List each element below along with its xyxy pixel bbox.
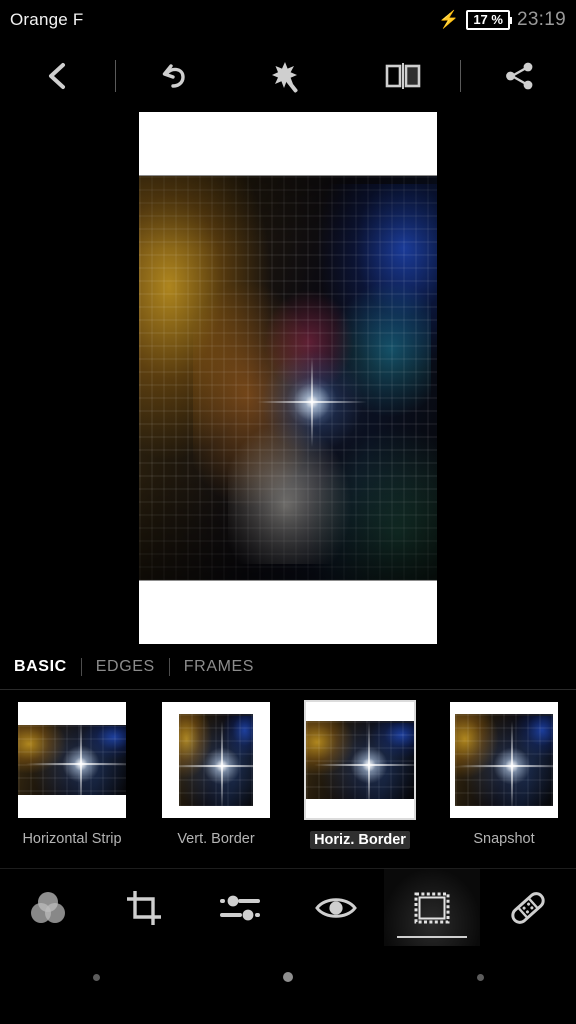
nav-dot-home-icon [283, 972, 293, 982]
preset-thumbnail-image [306, 721, 414, 799]
stamp-frame-icon [414, 892, 450, 923]
top-toolbar [0, 40, 576, 112]
light-flare [251, 342, 372, 463]
nav-dot-back-icon [92, 973, 100, 981]
undo-button[interactable] [116, 40, 231, 112]
status-indicators: ⚡ 17 % 23:19 [438, 9, 566, 31]
tool-frames[interactable] [384, 869, 480, 946]
clock-label: 23:19 [516, 9, 566, 30]
preset-horizontal-strip[interactable]: Horizontal Strip [0, 702, 144, 847]
android-navigation-bar [0, 946, 576, 1008]
preset-label: Snapshot [473, 831, 535, 847]
tab-frames[interactable]: FRAMES [184, 658, 254, 676]
sliders-icon [220, 895, 260, 920]
preset-label: Horiz. Border [310, 831, 410, 849]
share-button[interactable] [461, 40, 576, 112]
preset-vert-border[interactable]: Vert. Border [144, 702, 288, 847]
nav-recents-button[interactable] [384, 973, 576, 981]
tab-divider-2 [168, 657, 170, 676]
tab-basic[interactable]: BASIC [14, 658, 67, 676]
compare-before-after-icon [385, 63, 421, 89]
compare-button[interactable] [345, 40, 460, 112]
preset-label: Horizontal Strip [22, 831, 122, 847]
carrier-label: Orange F [10, 10, 84, 29]
tool-heal[interactable] [480, 869, 576, 946]
preset-label: Vert. Border [177, 831, 255, 847]
tab-edges[interactable]: EDGES [96, 658, 155, 676]
preset-thumbnail[interactable] [450, 702, 558, 818]
crop-icon [127, 890, 161, 925]
magic-wand-icon [271, 62, 298, 93]
bandage-icon [511, 891, 545, 924]
tool-adjust[interactable] [192, 869, 288, 946]
preset-thumbnail[interactable] [162, 702, 270, 818]
preset-thumbnail[interactable] [18, 702, 126, 818]
auto-enhance-button[interactable] [231, 40, 346, 112]
back-chevron-icon [49, 63, 66, 89]
preset-thumbnail-image [455, 714, 553, 806]
tool-crop[interactable] [96, 869, 192, 946]
undo-icon [162, 64, 185, 88]
edited-photo[interactable] [139, 175, 437, 581]
share-icon [505, 62, 532, 90]
bottom-toolbar [0, 868, 576, 946]
battery-indicator: 17 % [466, 9, 512, 31]
tool-filters[interactable] [0, 869, 96, 946]
preset-thumbnail[interactable] [304, 700, 416, 820]
eye-icon [315, 897, 357, 918]
effect-category-tabs: BASIC EDGES FRAMES [0, 644, 576, 690]
preset-horiz-border[interactable]: Horiz. Border [288, 700, 432, 849]
three-circles-icon [31, 891, 65, 923]
preset-thumbnail-image [179, 714, 253, 806]
photo-frame-horiz-border[interactable] [139, 112, 437, 644]
back-button[interactable] [0, 40, 115, 112]
status-bar: Orange F ⚡ 17 % 23:19 [0, 0, 576, 40]
preset-strip[interactable]: Horizontal Strip Vert. Border Horiz. Bor… [0, 690, 576, 868]
preset-snapshot[interactable]: Snapshot [432, 702, 576, 847]
nav-home-button[interactable] [192, 972, 384, 982]
tool-effects[interactable] [288, 869, 384, 946]
tab-divider-1 [80, 657, 82, 676]
charging-bolt-icon: ⚡ [438, 9, 460, 29]
nav-back-button[interactable] [0, 973, 192, 981]
preset-thumbnail-image [18, 725, 126, 795]
nav-dot-recents-icon [476, 973, 484, 981]
photo-canvas-area[interactable] [0, 112, 576, 644]
